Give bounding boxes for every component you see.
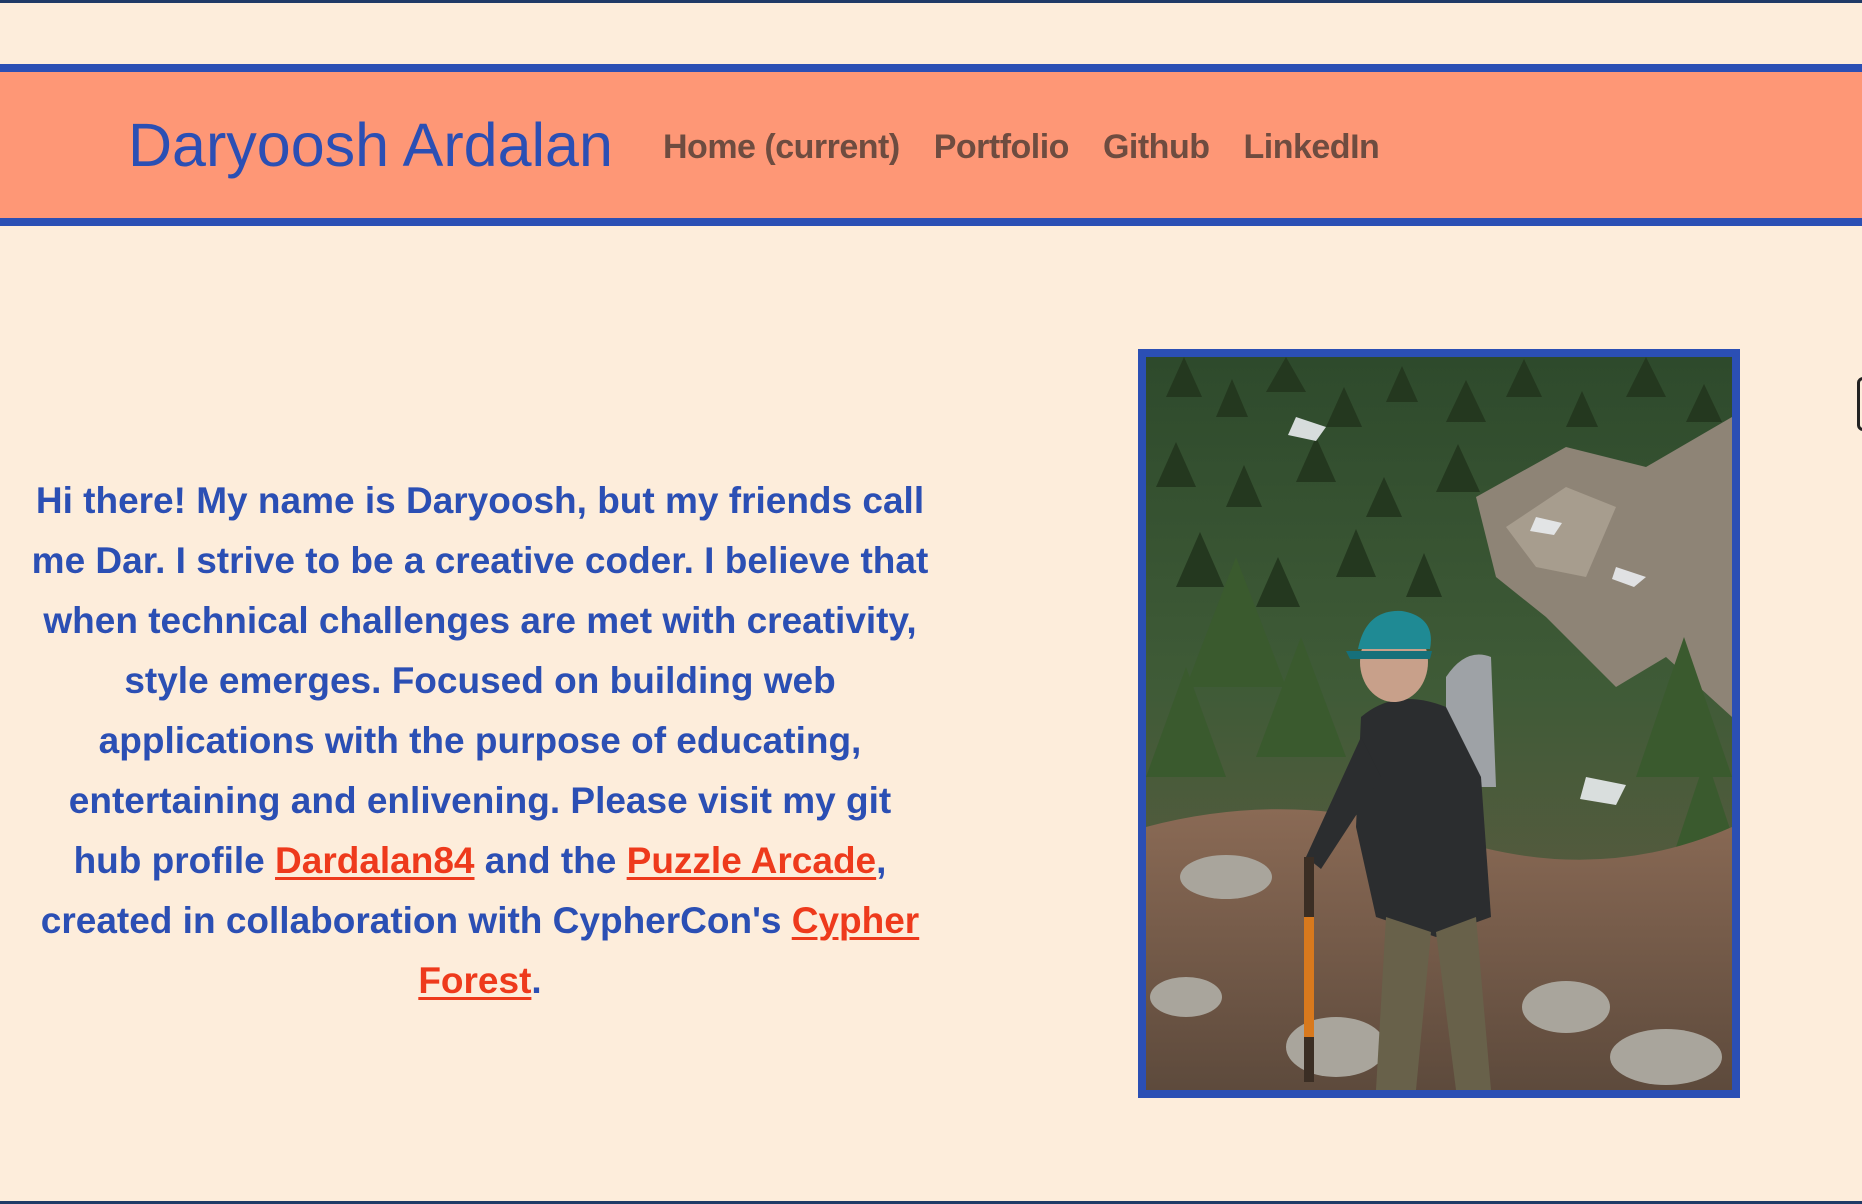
- top-edge-line: [0, 0, 1862, 3]
- intro-text-2: and the: [474, 840, 627, 881]
- intro-text-1: Hi there! My name is Daryoosh, but my fr…: [31, 480, 929, 881]
- nav-linkedin[interactable]: LinkedIn: [1244, 128, 1380, 166]
- dardalan84-link[interactable]: Dardalan84: [275, 840, 475, 881]
- profile-photo: [1138, 349, 1740, 1098]
- profile-photo-hiker-icon: [1146, 357, 1732, 1090]
- navbar: Daryoosh Ardalan Home (current) Portfoli…: [0, 64, 1862, 226]
- intro-text-4: .: [531, 960, 542, 1001]
- puzzle-arcade-link[interactable]: Puzzle Arcade: [627, 840, 877, 881]
- nav-portfolio[interactable]: Portfolio: [934, 128, 1070, 166]
- nav-links: Home (current) Portfolio Github LinkedIn: [663, 128, 1380, 166]
- nav-home[interactable]: Home (current): [663, 128, 900, 166]
- side-scroll-tab[interactable]: [1857, 377, 1862, 431]
- brand-link[interactable]: Daryoosh Ardalan: [128, 114, 613, 176]
- intro-paragraph: Hi there! My name is Daryoosh, but my fr…: [30, 471, 930, 1011]
- nav-github[interactable]: Github: [1103, 128, 1210, 166]
